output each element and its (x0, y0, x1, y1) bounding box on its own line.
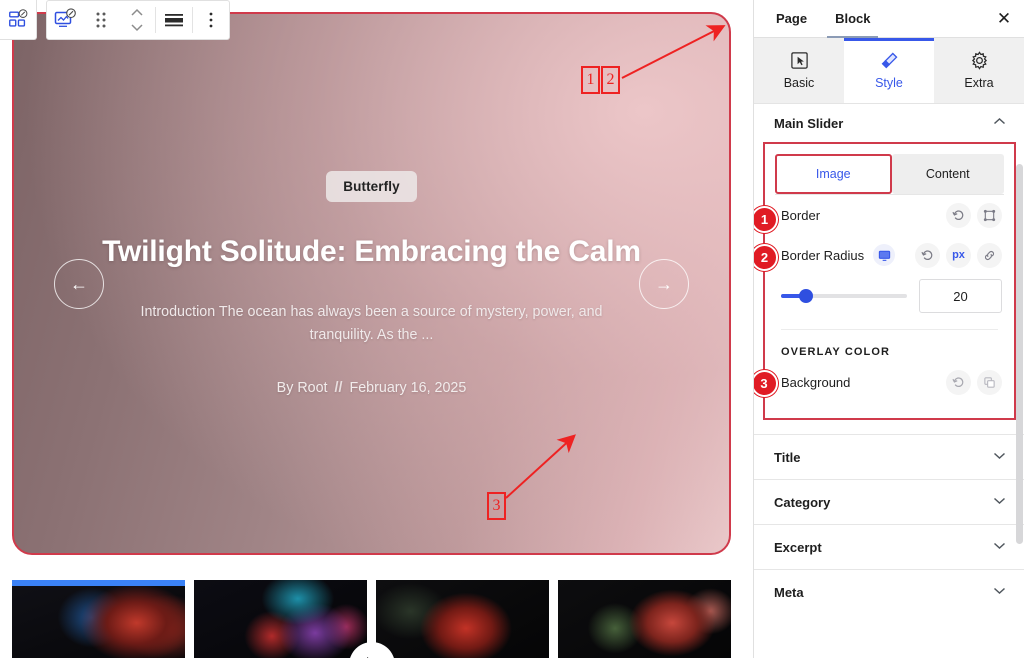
slide-meta: By Root // February 16, 2025 (277, 380, 467, 396)
meta-separator: // (334, 379, 343, 396)
chevron-down-icon (993, 451, 1006, 463)
align-icon[interactable] (156, 1, 192, 39)
slide-author: By Root (276, 379, 328, 396)
border-actions (946, 202, 1002, 228)
border-label: Border (781, 207, 821, 223)
color-swatch-icon[interactable] (977, 369, 1002, 395)
annotation-badge-1: 1 (754, 206, 778, 233)
thumbnail-1[interactable] (12, 580, 185, 658)
border-radius-slider-row: 20 (765, 275, 1014, 321)
slider-prev-arrow-icon[interactable]: ← (54, 258, 104, 309)
tab-content[interactable]: Content (891, 154, 1004, 194)
accordion-meta[interactable]: Meta (754, 569, 1024, 614)
border-box-icon[interactable] (977, 202, 1002, 228)
thumbnail-active-indicator (12, 580, 185, 586)
slider-block-wrapper[interactable]: Butterfly Twilight Solitude: Embracing t… (12, 12, 731, 555)
slider-next-arrow-icon[interactable]: → (639, 258, 689, 309)
annotation-marker-3: 3 (487, 492, 506, 520)
reset-icon[interactable] (946, 369, 971, 395)
chevron-down-icon (993, 586, 1006, 598)
block-toolbar (0, 0, 230, 40)
annotation-marker-2: 2 (601, 66, 620, 94)
cursor-icon (790, 51, 809, 70)
section-main-slider-label: Main Slider (774, 115, 844, 131)
unit-px-button[interactable]: px (946, 242, 971, 268)
reset-icon[interactable] (946, 202, 971, 228)
thumbnail-image (558, 580, 731, 658)
move-up-down-icon[interactable] (119, 1, 155, 39)
brush-icon (880, 51, 899, 70)
tab-style[interactable]: Style (844, 38, 934, 103)
editor-canvas: Butterfly Twilight Solitude: Embracing t… (0, 0, 753, 658)
border-radius-value-input[interactable]: 20 (919, 279, 1002, 313)
desktop-icon[interactable] (873, 244, 896, 266)
thumbnail-3[interactable] (376, 580, 549, 658)
thumbnail-4[interactable] (558, 580, 731, 658)
main-slider-settings-group: Image Content 1 Border 2 Border Radius p… (754, 142, 1016, 420)
annotation-marker-1: 1 (581, 66, 600, 94)
close-icon[interactable]: ✕ (984, 0, 1024, 37)
slide-title[interactable]: Twilight Solitude: Embracing the Calm (102, 232, 641, 272)
thumbnail-strip (12, 580, 731, 658)
background-label: Background (781, 374, 851, 390)
section-main-slider[interactable]: Main Slider (754, 104, 1024, 142)
drag-handle-icon[interactable] (83, 1, 119, 39)
tab-block[interactable]: Block (821, 0, 884, 38)
block-switcher-icon[interactable] (0, 1, 36, 39)
tab-page[interactable]: Page (762, 0, 821, 37)
chevron-up-icon (993, 117, 1006, 129)
accordion-excerpt[interactable]: Excerpt (754, 524, 1024, 569)
chevron-down-icon (993, 541, 1006, 553)
accordion-title-label: Title (774, 449, 801, 465)
slide-excerpt[interactable]: Introduction The ocean has always been a… (119, 301, 624, 347)
slide-content: Butterfly Twilight Solitude: Embracing t… (14, 14, 729, 553)
sidebar-tab-bar: Page Block ✕ (754, 0, 1024, 38)
border-radius-actions: px (915, 242, 1002, 268)
thumbnail-image (194, 580, 367, 658)
settings-sidebar: Page Block ✕ Basic Style Extra Main Slid… (753, 0, 1024, 658)
border-control-row: 1 Border (754, 195, 1014, 235)
overlay-color-heading: 3 OVERLAY COLOR (754, 330, 1014, 397)
sidebar-scrollbar[interactable] (1016, 164, 1023, 544)
accordion-excerpt-label: Excerpt (774, 539, 822, 555)
link-icon[interactable] (977, 242, 1002, 268)
accordion-meta-label: Meta (774, 584, 804, 600)
accordion-list: Title Category Excerpt Meta (754, 434, 1024, 614)
tab-basic-label: Basic (783, 76, 815, 90)
accordion-title[interactable]: Title (754, 434, 1024, 479)
tab-image[interactable]: Image (775, 154, 892, 194)
slide-category-badge[interactable]: Butterfly (326, 171, 417, 203)
post-slider-block-icon[interactable] (47, 1, 83, 39)
tab-extra[interactable]: Extra (934, 38, 1024, 103)
tab-style-label: Style (875, 76, 903, 90)
group-bottom-spacer (765, 406, 1014, 418)
overlay-color-heading-label: OVERLAY COLOR (781, 346, 891, 358)
border-radius-label: Border Radius (781, 247, 865, 263)
style-segment-tabs: Basic Style Extra (754, 38, 1024, 104)
reset-icon[interactable] (915, 242, 940, 268)
block-switcher-group (0, 0, 37, 40)
chevron-down-icon (993, 496, 1006, 508)
gear-icon (970, 51, 989, 70)
tab-extra-label: Extra (964, 76, 994, 90)
toolbar-main-group (46, 0, 230, 40)
annotation-badge-2: 2 (754, 244, 778, 271)
main-slide[interactable]: Butterfly Twilight Solitude: Embracing t… (12, 12, 731, 555)
background-control-row: Background (765, 358, 1014, 406)
slider-thumb[interactable] (799, 289, 814, 303)
accordion-category-label: Category (774, 494, 831, 510)
image-content-tabs: Image Content (775, 154, 1004, 194)
border-radius-control-row: 2 Border Radius px (754, 235, 1014, 275)
tab-basic[interactable]: Basic (754, 38, 844, 103)
sidebar-scroll-area: Main Slider Image Content 1 Border 2 Bor… (754, 104, 1024, 658)
slide-date: February 16, 2025 (349, 379, 467, 396)
thumbnail-2[interactable] (194, 580, 367, 658)
more-options-icon[interactable] (193, 1, 229, 39)
thumbnail-image (12, 580, 185, 658)
accordion-category[interactable]: Category (754, 479, 1024, 524)
background-actions (946, 369, 1002, 395)
border-radius-slider[interactable] (781, 289, 907, 303)
thumbnail-image (376, 580, 549, 658)
